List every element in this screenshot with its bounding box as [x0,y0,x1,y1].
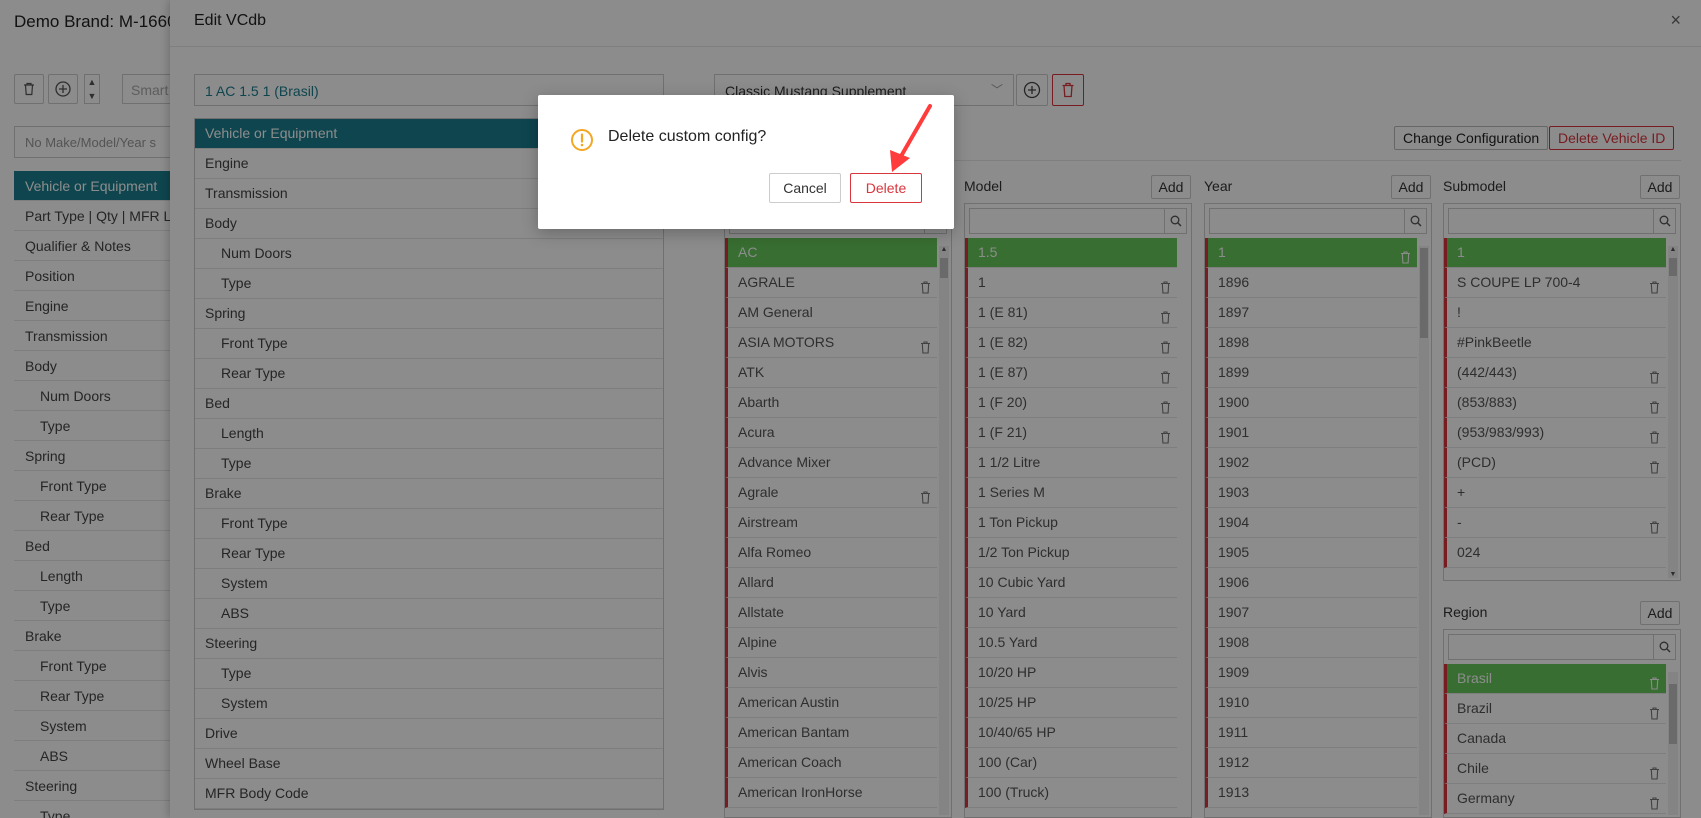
warning-icon [571,129,593,151]
cancel-button[interactable]: Cancel [769,173,841,203]
dialog-message: Delete custom config? [608,128,767,145]
red-arrow-annotation [890,104,932,172]
